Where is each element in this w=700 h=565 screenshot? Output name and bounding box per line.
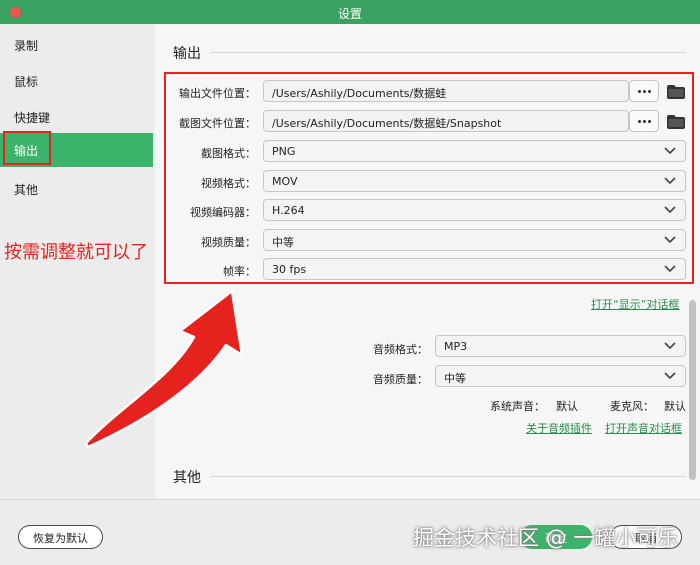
video-quality-label: 视频质量： xyxy=(201,236,256,249)
audio-plugin-link[interactable]: 关于音频插件 xyxy=(526,420,592,436)
output-path-field[interactable]: /Users/Ashily/Documents/数据蛙 xyxy=(263,80,629,102)
title-bar: 设置 xyxy=(0,0,700,24)
sidebar-item-record[interactable]: 录制 xyxy=(0,28,153,62)
audio-quality-value: 中等 xyxy=(444,372,466,385)
frame-rate-label: 帧率： xyxy=(223,265,256,278)
scrollbar-thumb[interactable] xyxy=(689,300,696,480)
chevron-down-icon xyxy=(664,372,676,380)
folder-icon[interactable] xyxy=(667,85,685,99)
snapshot-format-value: PNG xyxy=(272,145,296,158)
snapshot-format-select[interactable]: PNG xyxy=(263,140,686,162)
snapshot-path-label: 截图文件位置： xyxy=(179,117,256,130)
other-section-title: 其他 xyxy=(173,470,201,486)
folder-icon[interactable] xyxy=(667,115,685,129)
video-format-label: 视频格式： xyxy=(201,177,256,190)
snapshot-format-label: 截图格式： xyxy=(201,147,256,160)
audio-quality-label: 音频质量： xyxy=(373,373,428,386)
snapshot-path-field[interactable]: /Users/Ashily/Documents/数据蛙/Snapshot xyxy=(263,110,629,132)
video-format-select[interactable]: MOV xyxy=(263,170,686,192)
sidebar-highlight-box xyxy=(3,131,51,165)
system-sound-value: 默认 xyxy=(556,400,578,413)
mic-label: 麦克风： xyxy=(610,400,654,413)
chevron-down-icon xyxy=(664,177,676,185)
output-path-browse-button[interactable] xyxy=(629,80,659,102)
system-sound-label: 系统声音： xyxy=(490,400,545,413)
frame-rate-value: 30 fps xyxy=(272,263,307,276)
chevron-down-icon xyxy=(664,147,676,155)
sidebar-item-mouse[interactable]: 鼠标 xyxy=(0,64,153,98)
video-quality-value: 中等 xyxy=(272,236,294,249)
chevron-down-icon xyxy=(664,342,676,350)
chevron-down-icon xyxy=(664,265,676,273)
video-encoder-label: 视频编码器： xyxy=(190,206,256,219)
audio-format-value: MP3 xyxy=(444,340,468,353)
chevron-down-icon xyxy=(664,236,676,244)
section-divider xyxy=(210,476,686,477)
chevron-down-icon xyxy=(664,206,676,214)
video-encoder-value: H.264 xyxy=(272,204,305,217)
audio-format-label: 音频格式： xyxy=(373,343,428,356)
window-title: 设置 xyxy=(337,7,362,21)
section-divider xyxy=(210,52,686,53)
snapshot-path-browse-button[interactable] xyxy=(629,110,659,132)
video-format-value: MOV xyxy=(272,175,298,188)
frame-rate-select[interactable]: 30 fps xyxy=(263,258,686,280)
output-section-title: 输出 xyxy=(173,46,201,62)
open-display-dialog-link[interactable]: 打开“显示”对话框 xyxy=(591,296,679,312)
sidebar-item-other[interactable]: 其他 xyxy=(0,172,153,206)
watermark: 掘金技术社区 @ 一罐小可乐 xyxy=(413,526,679,550)
annotation-arrow-icon xyxy=(84,289,244,449)
mic-value: 默认 xyxy=(664,400,686,413)
sidebar-item-shortcuts[interactable]: 快捷键 xyxy=(0,100,153,134)
annotation-text: 按需调整就可以了 xyxy=(4,242,148,263)
video-quality-select[interactable]: 中等 xyxy=(263,229,686,251)
reset-defaults-button[interactable]: 恢复为默认 xyxy=(18,525,103,549)
audio-format-select[interactable]: MP3 xyxy=(435,335,686,357)
open-sound-dialog-link[interactable]: 打开声音对话框 xyxy=(605,420,682,436)
video-encoder-select[interactable]: H.264 xyxy=(263,199,686,221)
audio-quality-select[interactable]: 中等 xyxy=(435,365,686,387)
output-path-label: 输出文件位置： xyxy=(179,87,256,100)
